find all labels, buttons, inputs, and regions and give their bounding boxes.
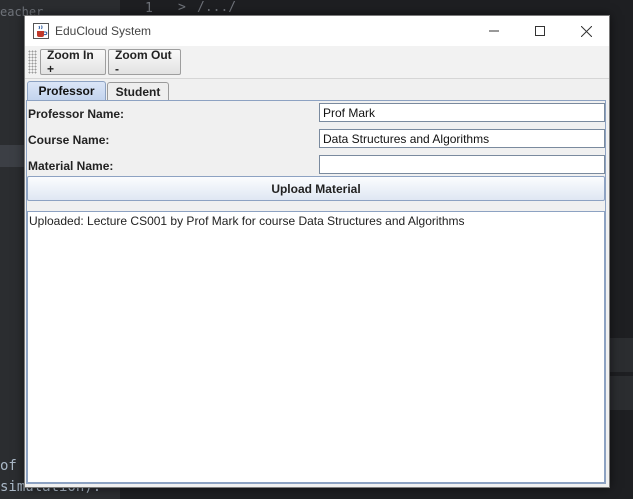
material-name-label: Material Name:	[28, 159, 114, 173]
ide-sidebar-selection	[0, 145, 24, 167]
upload-log-textarea[interactable]: Uploaded: Lecture CS001 by Prof Mark for…	[27, 211, 605, 483]
close-button[interactable]	[563, 16, 609, 46]
course-name-field[interactable]: Data Structures and Algorithms	[319, 129, 605, 148]
professor-name-field[interactable]: Prof Mark	[319, 103, 605, 122]
maximize-icon	[535, 26, 545, 36]
tab-strip: Professor Student	[25, 79, 609, 100]
material-name-field[interactable]	[319, 155, 605, 174]
minimize-button[interactable]	[471, 16, 517, 46]
educloud-window: EduCloud System Zoom In + Zoom Out - Pro…	[24, 15, 610, 488]
tab-student[interactable]: Student	[107, 82, 169, 100]
professor-name-label: Professor Name:	[28, 107, 125, 121]
ide-line-number: 1	[145, 1, 153, 16]
upload-material-button[interactable]: Upload Material	[27, 176, 605, 201]
ide-bottom-text-1: of	[0, 458, 17, 474]
professor-panel: Professor Name: Prof Mark Course Name: D…	[26, 100, 606, 484]
ide-code-text: /.../	[197, 0, 237, 15]
upload-log-text: Uploaded: Lecture CS001 by Prof Mark for…	[29, 214, 465, 228]
minimize-icon	[489, 30, 499, 32]
tab-professor[interactable]: Professor	[27, 81, 106, 100]
toolbar: Zoom In + Zoom Out -	[25, 46, 609, 79]
zoom-out-button[interactable]: Zoom Out -	[108, 48, 181, 76]
ide-fold-marker: >	[178, 0, 186, 15]
maximize-button[interactable]	[517, 16, 563, 46]
toolbar-grip-handle[interactable]	[28, 50, 37, 74]
zoom-in-button[interactable]: Zoom In +	[40, 48, 106, 76]
window-title: EduCloud System	[55, 24, 152, 38]
course-name-label: Course Name:	[28, 133, 110, 147]
java-cup-icon	[33, 23, 49, 39]
close-icon	[580, 25, 592, 37]
title-bar[interactable]: EduCloud System	[25, 16, 609, 46]
